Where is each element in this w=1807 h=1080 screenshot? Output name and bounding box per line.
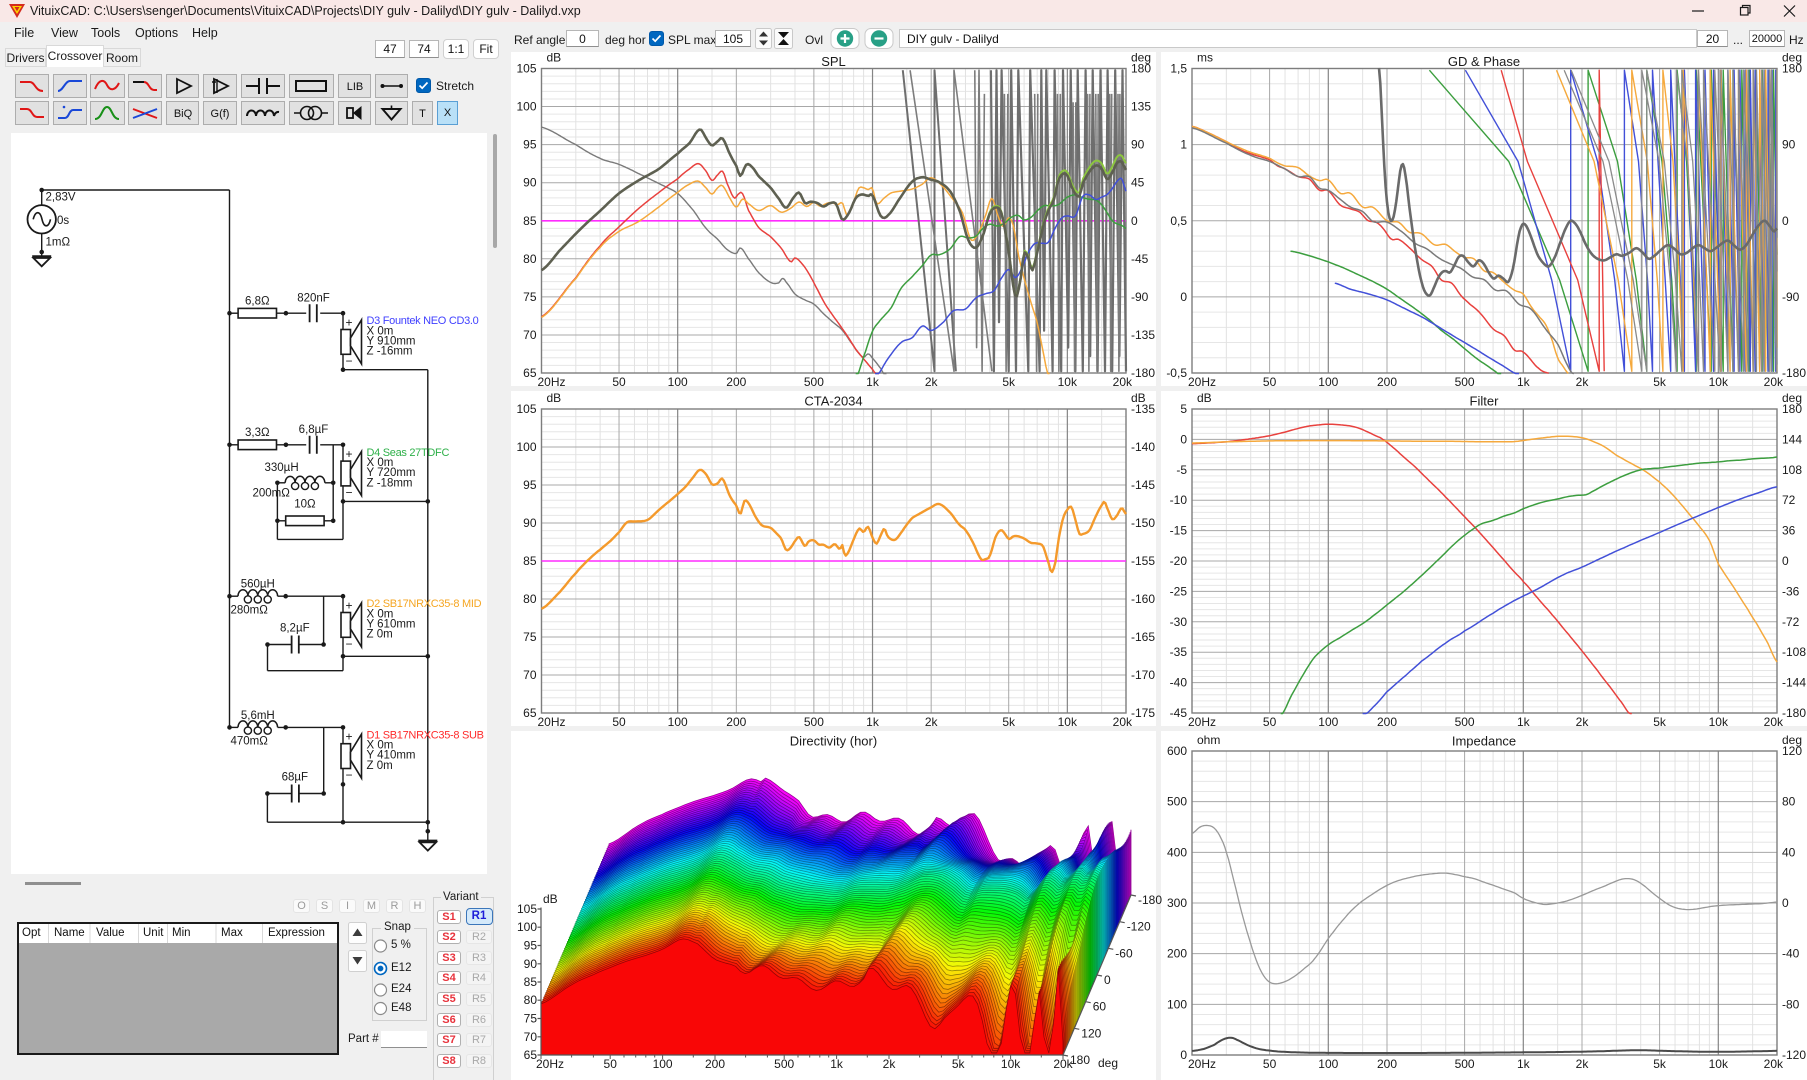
svg-text:-120: -120 [1127, 920, 1151, 934]
svg-text:10k: 10k [1001, 1057, 1021, 1071]
svg-text:-60: -60 [1115, 946, 1133, 960]
svg-text:5k: 5k [952, 1057, 966, 1071]
svg-text:60: 60 [1093, 1000, 1107, 1014]
svg-text:100: 100 [517, 920, 537, 934]
svg-text:95: 95 [524, 939, 538, 953]
svg-text:1k: 1k [830, 1057, 844, 1071]
svg-text:70: 70 [524, 1030, 538, 1044]
svg-text:20Hz: 20Hz [536, 1057, 564, 1071]
svg-text:0: 0 [1104, 973, 1111, 987]
svg-text:dB: dB [543, 892, 558, 906]
svg-text:80: 80 [524, 993, 538, 1007]
svg-text:deg: deg [1098, 1056, 1118, 1070]
svg-text:50: 50 [604, 1057, 618, 1071]
svg-text:180: 180 [1070, 1053, 1090, 1067]
svg-text:85: 85 [524, 975, 538, 989]
svg-text:2k: 2k [883, 1057, 897, 1071]
svg-text:75: 75 [524, 1012, 538, 1026]
svg-text:Directivity (hor): Directivity (hor) [790, 734, 877, 749]
svg-text:120: 120 [1081, 1026, 1101, 1040]
svg-text:100: 100 [653, 1057, 673, 1071]
svg-text:90: 90 [524, 957, 538, 971]
svg-text:200: 200 [705, 1057, 725, 1071]
svg-text:500: 500 [774, 1057, 794, 1071]
svg-text:105: 105 [517, 902, 537, 916]
svg-text:-180: -180 [1138, 893, 1162, 907]
